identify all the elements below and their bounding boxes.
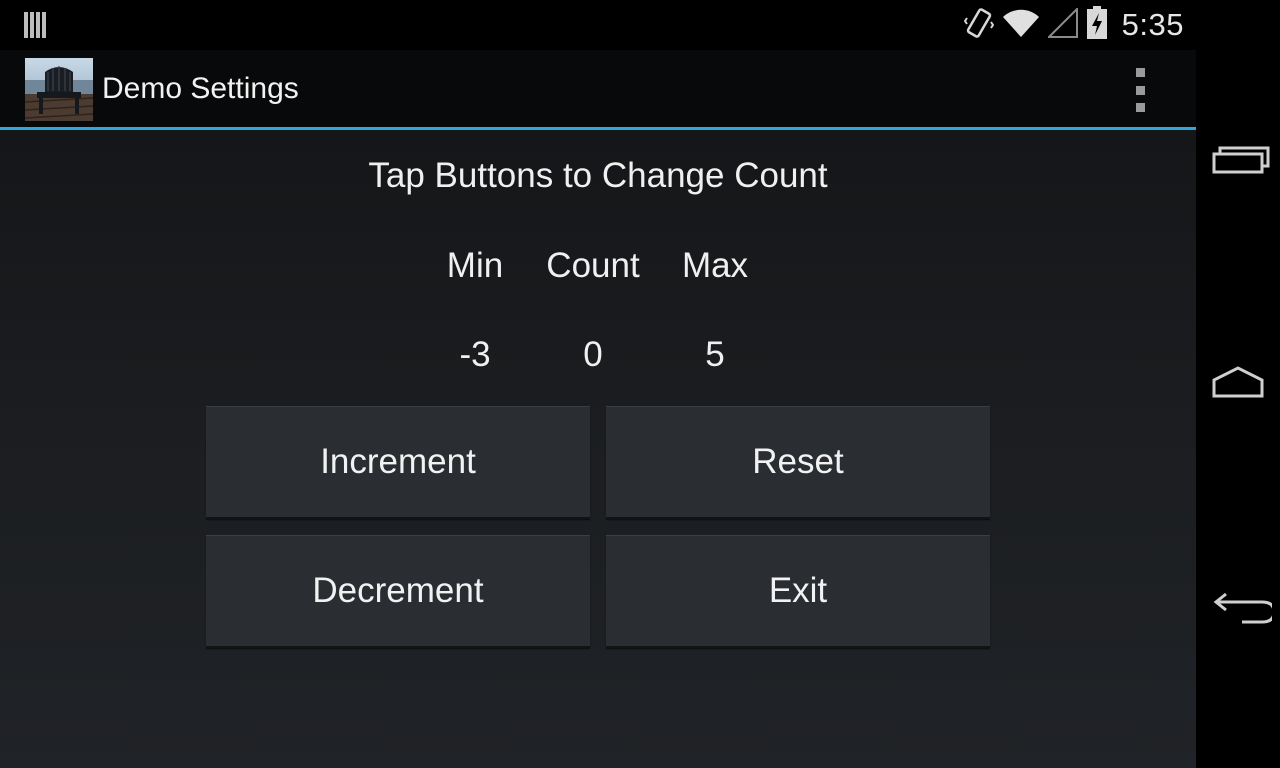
back-icon[interactable] [1204, 578, 1276, 638]
status-icons: 5:35 [963, 5, 1184, 45]
battery-charging-icon [1086, 5, 1108, 45]
signal-icon [1046, 6, 1078, 43]
instructions-heading: Tap Buttons to Change Count [368, 156, 828, 195]
menu-dot [1135, 68, 1145, 77]
increment-button[interactable]: Increment [206, 406, 590, 519]
home-icon[interactable] [1204, 352, 1272, 412]
status-bar: 5:35 [0, 0, 1196, 50]
menu-dot [1135, 103, 1145, 112]
count-value: 0 [583, 335, 603, 374]
max-label: Max [681, 246, 749, 285]
overflow-menu-icon[interactable] [1122, 68, 1158, 112]
app-screen: 5:35 Demo Settings Tap Buttons to Change… [0, 0, 1196, 768]
menu-dot [1135, 85, 1145, 95]
app-title: Demo Settings [102, 72, 299, 105]
notification-bars-icon [24, 12, 48, 38]
action-bar-divider [0, 127, 1196, 130]
chair-photo-icon[interactable] [25, 58, 93, 121]
max-value: 5 [705, 335, 725, 374]
vibrate-icon [963, 6, 994, 45]
wifi-icon [1002, 8, 1040, 43]
count-label: Count [546, 246, 640, 285]
action-bar: Demo Settings [0, 50, 1196, 127]
status-clock: 5:35 [1121, 7, 1184, 42]
recent-apps-icon[interactable] [1204, 130, 1272, 190]
decrement-button[interactable]: Decrement [206, 535, 590, 648]
navigation-bar [1196, 0, 1280, 768]
exit-button[interactable]: Exit [606, 535, 990, 648]
reset-button[interactable]: Reset [606, 406, 990, 519]
